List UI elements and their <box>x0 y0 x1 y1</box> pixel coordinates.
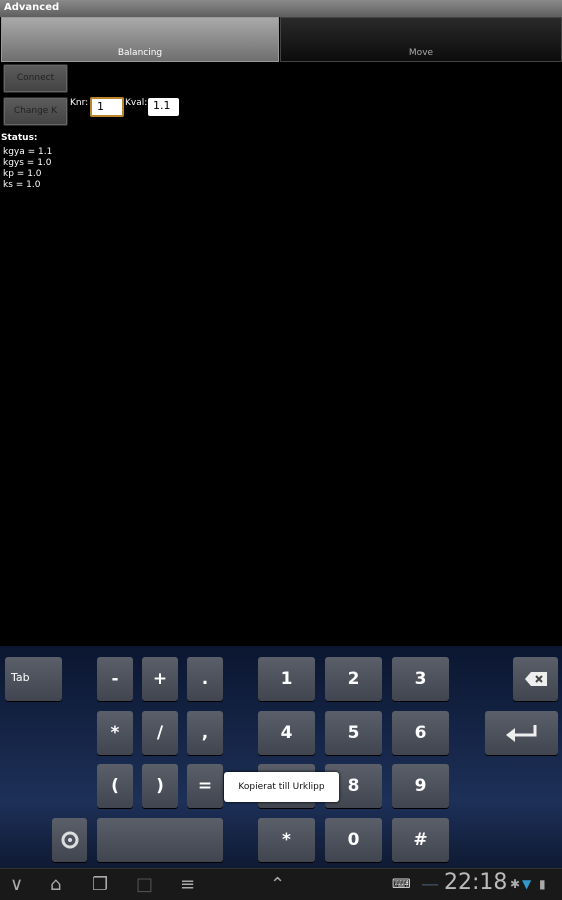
keyboard-settings-icon[interactable] <box>52 818 87 862</box>
window-title: Advanced <box>0 0 562 17</box>
kval-label: Kval: <box>125 98 148 108</box>
screenshot-icon[interactable]: □ <box>136 874 153 895</box>
key-period[interactable]: . <box>187 657 223 701</box>
key-1[interactable]: 1 <box>258 657 315 701</box>
minus-icon: — <box>421 874 439 895</box>
knr-label: Knr: <box>70 98 89 108</box>
key-3[interactable]: 3 <box>392 657 449 701</box>
key-close-paren[interactable]: ) <box>142 764 178 808</box>
clock[interactable]: 22:18 <box>444 870 507 895</box>
key-9[interactable]: 9 <box>392 764 449 808</box>
key-space[interactable] <box>97 818 223 862</box>
back-icon[interactable]: ∨ <box>10 874 23 895</box>
status-line: kp = 1.0 <box>3 169 42 179</box>
status-line: ks = 1.0 <box>3 180 41 190</box>
key-minus[interactable]: - <box>97 657 133 701</box>
knr-input[interactable]: 1 <box>90 97 124 117</box>
status-heading: Status: <box>1 133 38 143</box>
key-plus[interactable]: + <box>142 657 178 701</box>
battery-icon: ▮ <box>539 877 546 891</box>
enter-icon[interactable] <box>485 711 558 755</box>
system-bar: ∨ ⌂ ❐ □ ≡ ⌃ ⌨ — 22:18 ✱ ▼ ▮ <box>0 868 562 900</box>
key-asterisk[interactable]: * <box>97 711 133 755</box>
toast-message: Kopierat till Urklipp <box>224 772 339 802</box>
key-star[interactable]: * <box>258 818 315 862</box>
key-4[interactable]: 4 <box>258 711 315 755</box>
key-0[interactable]: 0 <box>325 818 382 862</box>
key-equals[interactable]: = <box>187 764 223 808</box>
connect-button[interactable]: Connect <box>3 64 68 93</box>
status-line: kgya = 1.1 <box>3 147 53 157</box>
keyboard-icon: ⌨ <box>392 877 411 892</box>
key-2[interactable]: 2 <box>325 657 382 701</box>
tab-move[interactable]: Move <box>280 17 562 62</box>
change-k-button[interactable]: Change K <box>3 97 68 126</box>
key-hash[interactable]: # <box>392 818 449 862</box>
key-open-paren[interactable]: ( <box>97 764 133 808</box>
wifi-icon: ▼ <box>522 877 532 891</box>
tab-balancing[interactable]: Balancing <box>1 17 279 62</box>
key-tab[interactable]: Tab <box>5 657 62 701</box>
menu-icon[interactable]: ≡ <box>180 874 195 895</box>
key-6[interactable]: 6 <box>392 711 449 755</box>
key-5[interactable]: 5 <box>325 711 382 755</box>
chevron-up-icon[interactable]: ⌃ <box>270 874 285 895</box>
key-comma[interactable]: , <box>187 711 223 755</box>
on-screen-keyboard: Tab - + . * / , ( ) = 1 2 3 4 5 6 7 8 9 … <box>0 646 562 868</box>
bluetooth-icon: ✱ <box>510 877 521 891</box>
status-line: kgys = 1.0 <box>3 158 52 168</box>
key-slash[interactable]: / <box>142 711 178 755</box>
recent-apps-icon[interactable]: ❐ <box>92 874 108 895</box>
kval-input[interactable]: 1.1 <box>148 98 179 116</box>
backspace-icon[interactable] <box>513 657 558 701</box>
home-icon[interactable]: ⌂ <box>50 874 61 895</box>
